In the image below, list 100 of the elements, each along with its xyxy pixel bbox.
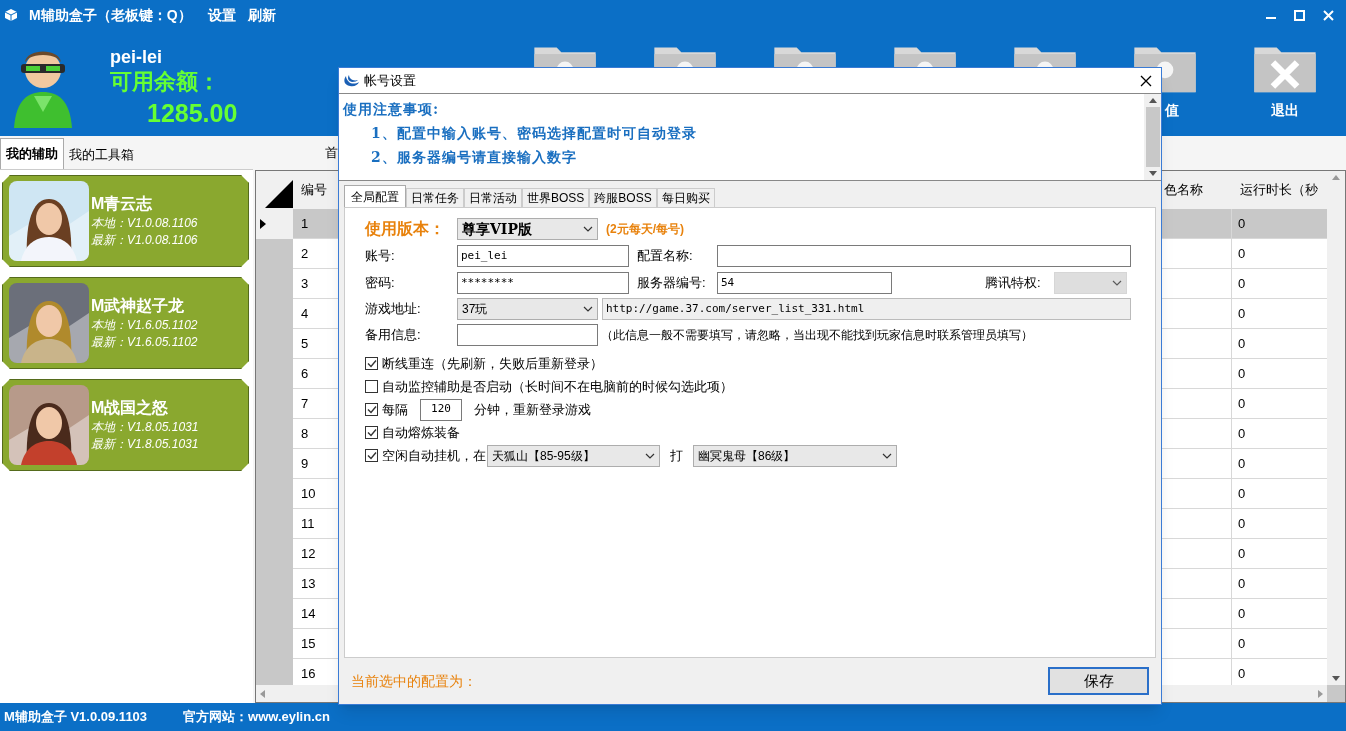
backup-field[interactable] <box>457 324 598 346</box>
config-name-field[interactable] <box>717 245 1131 267</box>
local-version: 本地：V1.8.05.1031 <box>91 419 199 436</box>
table-cell-text: 5 <box>300 334 310 353</box>
tab[interactable]: 日常活动 <box>464 188 522 207</box>
checkbox-label[interactable]: 空闲自动挂机，在 <box>382 445 486 466</box>
table-cell-text: 0 <box>1237 574 1247 593</box>
tab[interactable]: 世界BOSS <box>522 188 590 207</box>
table-cell-text: 1 <box>300 214 310 233</box>
latest-version: 最新：V1.8.05.1031 <box>91 436 199 453</box>
tab[interactable]: 我的工具箱 <box>64 141 139 169</box>
checkmark-icon <box>366 451 377 460</box>
latest-version: 最新：V1.0.08.1106 <box>91 232 198 249</box>
checkbox[interactable] <box>365 426 378 439</box>
tab[interactable]: 首 <box>325 142 338 162</box>
dialog-logo-icon <box>343 73 359 88</box>
vertical-scrollbar[interactable] <box>1144 94 1161 180</box>
scroll-down-icon[interactable] <box>1332 676 1340 681</box>
note-text: 1、配置中输入账号、密码选择配置时可自动登录 <box>371 124 698 143</box>
game-title: M青云志 <box>91 194 154 214</box>
tab[interactable]: 日常任务 <box>406 188 464 207</box>
table-cell-text: 0 <box>1237 634 1247 653</box>
exit-label[interactable]: 退出 <box>1271 100 1299 121</box>
close-icon[interactable] <box>1140 74 1152 87</box>
server-field[interactable]: 54 <box>717 272 892 294</box>
checkbox[interactable] <box>365 357 378 370</box>
field-label: 账号: <box>365 247 396 266</box>
game-title: M武神赵子龙 <box>91 296 186 316</box>
hint-text: （此信息一般不需要填写，请忽略，当出现不能找到玩家信息时联系管理员填写） <box>601 327 1033 344</box>
tab[interactable]: 每日购买 <box>656 188 715 207</box>
checkbox[interactable] <box>365 380 378 393</box>
table-cell-text: 0 <box>1237 364 1247 383</box>
table-cell-text: 0 <box>1237 304 1247 323</box>
table-cell-text: 0 <box>1237 424 1247 443</box>
save-button[interactable]: 保存 <box>1048 667 1149 695</box>
table-cell-text: 6 <box>300 364 310 383</box>
checkmark-icon <box>366 428 377 437</box>
table-cell-text: 11 <box>300 514 316 533</box>
table-cell-text: 0 <box>1237 394 1247 413</box>
menu-item[interactable]: 刷新 <box>247 4 276 26</box>
option-text: 打 <box>670 446 683 465</box>
table-cell-text: 10 <box>300 484 317 503</box>
checkbox[interactable] <box>365 449 378 462</box>
checkbox-label[interactable]: 断线重连（先刷新，失败后重新登录） <box>382 353 603 374</box>
balance-label: 可用余额： <box>110 68 221 96</box>
app-logo-icon <box>3 8 19 22</box>
table-cell-text: 0 <box>1237 544 1247 563</box>
table-cell-text: 0 <box>1237 484 1247 503</box>
table-cell-text: 7 <box>300 394 310 413</box>
select-all-icon[interactable] <box>265 180 293 208</box>
table-cell-text: 0 <box>1237 244 1247 263</box>
platform-select[interactable]: 37玩 <box>457 298 598 320</box>
field-label: 配置名称: <box>637 247 694 266</box>
tab[interactable]: 跨服BOSS <box>589 188 657 207</box>
scroll-up-icon[interactable] <box>1148 98 1157 103</box>
interval-field[interactable]: 120 <box>420 398 462 421</box>
table-cell-text: 12 <box>300 544 317 563</box>
menu-item[interactable]: 设置 <box>207 4 236 26</box>
dialog-title: 帐号设置 <box>364 71 417 90</box>
user-name: pei-lei <box>110 46 163 68</box>
map-select[interactable]: 天狐山【85-95级】 <box>487 444 660 467</box>
toolbar-label[interactable]: 值 <box>1165 100 1179 121</box>
table-cell-text: 9 <box>300 454 310 473</box>
field-label: 腾讯特权: <box>985 274 1042 293</box>
field-label: 备用信息: <box>365 326 422 345</box>
tab[interactable]: 我的辅助 <box>0 138 64 169</box>
balance-amount: 1285.00 <box>147 98 238 129</box>
table-cell-text: 14 <box>300 604 317 623</box>
account-field[interactable]: pei_lei <box>457 245 629 267</box>
column-header[interactable]: 运行时长（秒 <box>1232 171 1327 209</box>
table-cell-text: 0 <box>1237 514 1247 533</box>
table-cell-text: 13 <box>300 574 317 593</box>
boss-select[interactable]: 幽冥鬼母【86级】 <box>693 444 897 467</box>
version-select[interactable]: 尊享VIP版 <box>457 218 598 240</box>
checkbox[interactable] <box>365 403 378 416</box>
checkbox-label[interactable]: 自动熔炼装备 <box>382 422 460 443</box>
table-cell-text: 0 <box>1237 664 1247 683</box>
field-label: 密码: <box>365 274 396 293</box>
table-cell-text: 0 <box>1237 274 1247 293</box>
scroll-thumb[interactable] <box>1145 107 1160 167</box>
website-text: 官方网站：www.eylin.cn <box>183 708 330 727</box>
current-config-label: 当前选中的配置为： <box>351 671 477 691</box>
maximize-icon[interactable] <box>1294 9 1305 21</box>
table-cell-text: 0 <box>1237 334 1247 353</box>
url-field[interactable]: http://game.37.com/server_list_331.html <box>602 298 1131 320</box>
field-label: 服务器编号: <box>637 274 707 293</box>
table-cell-text: 4 <box>300 304 310 323</box>
table-cell-text: 16 <box>300 664 317 683</box>
local-version: 本地：V1.6.05.1102 <box>91 317 198 334</box>
table-cell-text: 15 <box>300 634 317 653</box>
tab[interactable]: 全局配置 <box>344 185 406 207</box>
checkbox-label[interactable]: 每隔 <box>382 399 408 420</box>
local-version: 本地：V1.0.08.1106 <box>91 215 198 232</box>
password-field[interactable]: ******** <box>457 272 629 294</box>
scroll-down-icon[interactable] <box>1148 171 1157 176</box>
table-cell-text: 2 <box>300 244 310 263</box>
checkbox-label[interactable]: 自动监控辅助是否启动（长时间不在电脑前的时候勾选此项） <box>382 376 733 397</box>
window-title: M辅助盒子（老板键：Q） <box>29 5 192 25</box>
checkmark-icon <box>366 405 377 414</box>
note-text: 2、服务器编号请直接输入数字 <box>371 148 578 167</box>
